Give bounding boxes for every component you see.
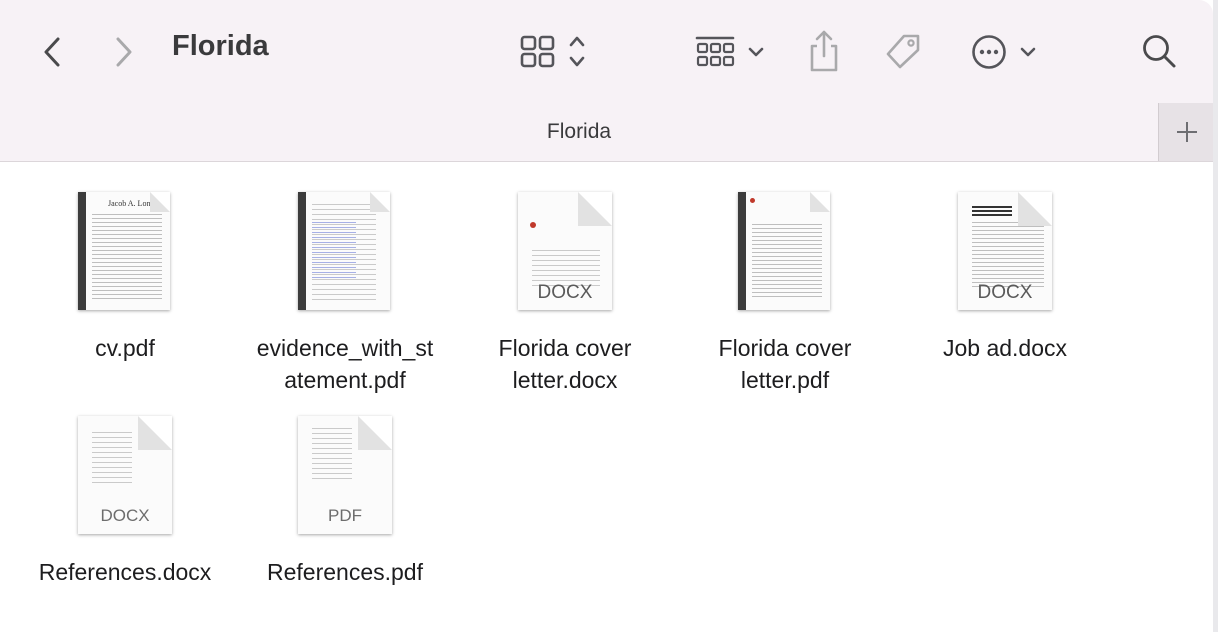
file-name: Job ad.docx	[942, 335, 1068, 361]
docx-thumbnail: DOCX	[515, 192, 615, 314]
chevron-right-icon	[116, 37, 132, 67]
toolbar: Florida	[0, 0, 1213, 103]
file-item-job-ad-docx[interactable]: DOCX Job ad.docx	[905, 192, 1105, 364]
pdf-thumbnail	[295, 192, 395, 314]
file-type-label: DOCX	[537, 282, 593, 303]
group-button[interactable]	[690, 30, 770, 74]
file-name: References.docx	[38, 559, 212, 585]
window-edge	[1213, 0, 1218, 632]
more-actions-button[interactable]	[966, 30, 1042, 74]
docx-thumbnail: DOCX	[955, 192, 1055, 314]
file-item-cv-pdf[interactable]: Jacob A. Long cv.pdf	[25, 192, 225, 364]
file-type-label: DOCX	[977, 282, 1033, 303]
file-item-references-docx[interactable]: DOCX References.docx	[25, 416, 225, 588]
ellipsis-circle-icon	[972, 35, 1036, 69]
chevron-left-icon	[44, 37, 60, 67]
thumbnail-header-text: Jacob A. Long	[108, 199, 155, 208]
forward-button[interactable]	[106, 30, 142, 74]
tab-bar: Florida	[0, 103, 1213, 162]
file-name: evidence_with_st atement.pdf	[256, 335, 434, 393]
finder-window: Florida Florida Jacob A. Long cv.pdf evi…	[0, 0, 1213, 632]
file-name: cv.pdf	[95, 335, 155, 361]
file-item-evidence-pdf[interactable]: evidence_with_st atement.pdf	[245, 192, 445, 396]
pdf-thumbnail: PDF	[295, 416, 395, 538]
search-button[interactable]	[1136, 28, 1182, 74]
pdf-thumbnail: Jacob A. Long	[75, 192, 175, 314]
share-button[interactable]	[802, 26, 846, 76]
icon-grid-icon	[520, 35, 585, 68]
file-name: References.pdf	[267, 559, 423, 585]
docx-thumbnail: DOCX	[75, 416, 175, 538]
file-item-florida-cover-letter-pdf[interactable]: Florida cover letter.pdf	[685, 192, 885, 396]
search-icon	[1143, 35, 1176, 68]
tag-button[interactable]	[880, 28, 926, 74]
window-title: Florida	[172, 30, 269, 62]
tab-florida[interactable]: Florida	[0, 103, 1158, 161]
view-mode-button[interactable]	[514, 30, 594, 74]
file-item-references-pdf[interactable]: PDF References.pdf	[245, 416, 445, 588]
file-item-florida-cover-letter-docx[interactable]: DOCX Florida cover letter.docx	[465, 192, 665, 396]
file-name: Florida cover letter.docx	[498, 335, 632, 393]
file-name: Florida cover letter.pdf	[718, 335, 852, 393]
file-type-label: DOCX	[100, 506, 150, 525]
tag-icon	[886, 34, 920, 69]
group-grid-icon	[695, 36, 764, 67]
file-type-label: PDF	[328, 506, 362, 525]
share-icon	[810, 30, 838, 72]
plus-icon	[1176, 122, 1197, 142]
pdf-thumbnail	[735, 192, 835, 314]
back-button[interactable]	[34, 30, 70, 74]
new-tab-button[interactable]	[1158, 103, 1213, 161]
